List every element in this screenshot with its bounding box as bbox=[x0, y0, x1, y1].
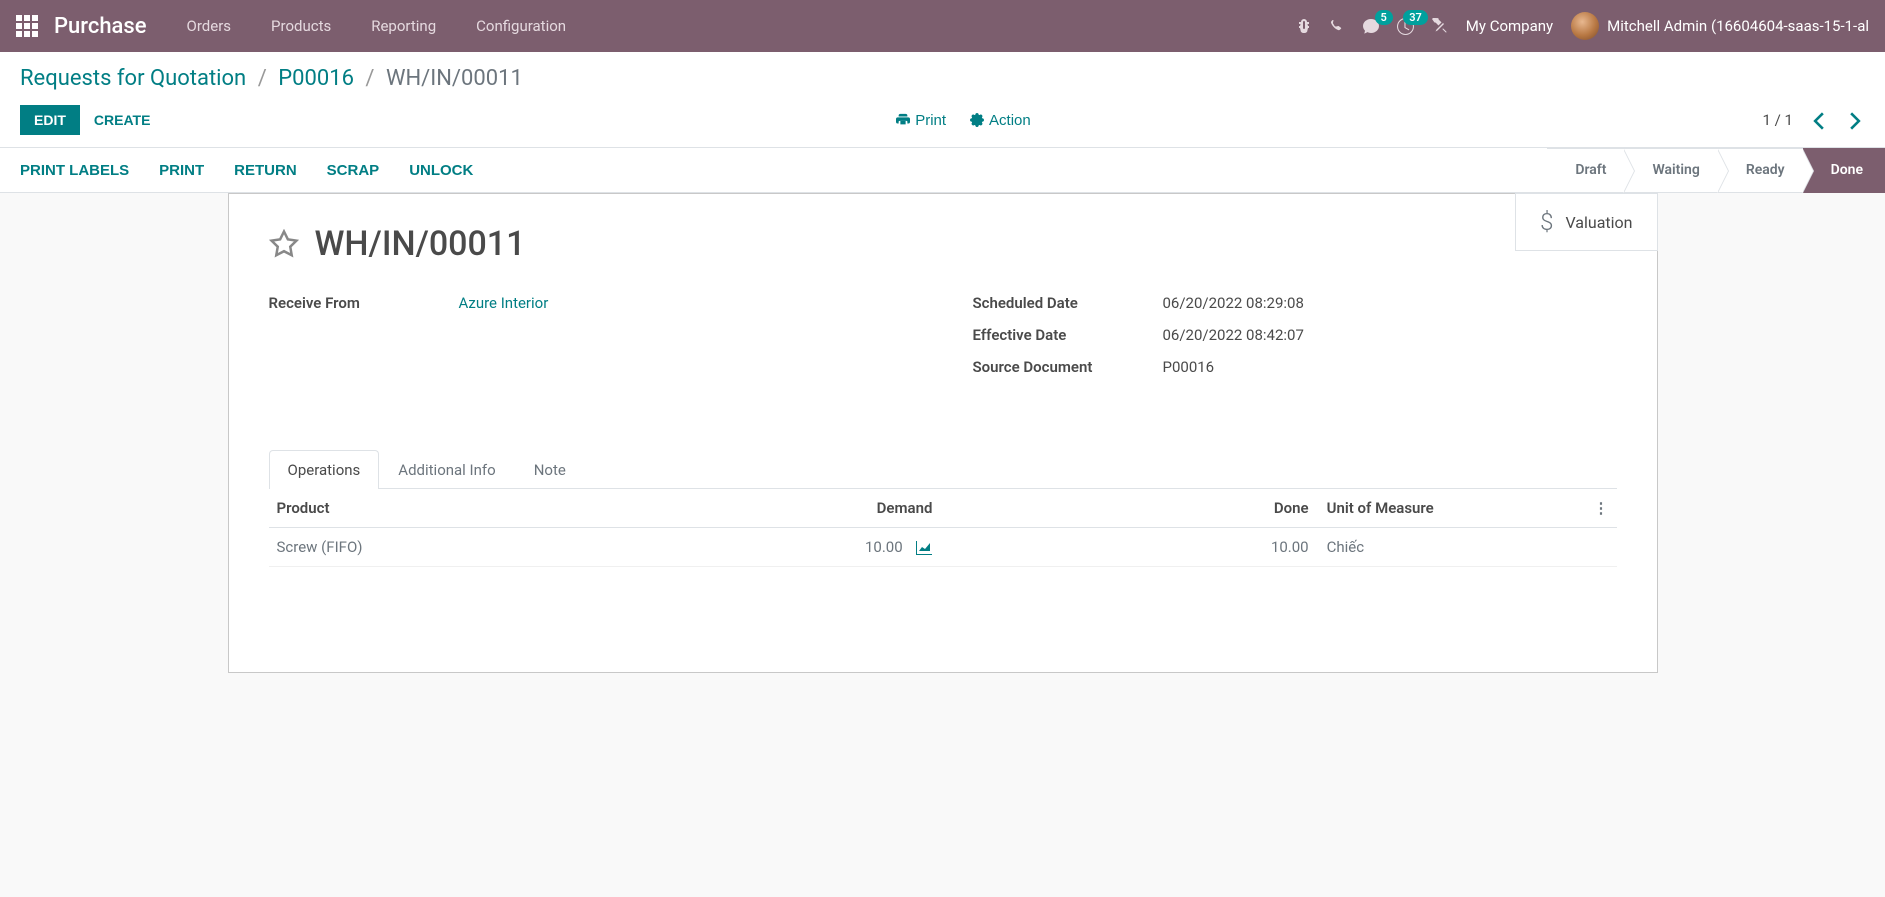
valuation-stat-button[interactable]: $ Valuation bbox=[1516, 194, 1656, 250]
col-uom[interactable]: Unit of Measure bbox=[1317, 489, 1586, 528]
user-menu[interactable]: Mitchell Admin (16604604-saas-15-1-al bbox=[1571, 12, 1869, 40]
company-name[interactable]: My Company bbox=[1466, 17, 1553, 35]
pager-prev-icon[interactable] bbox=[1809, 110, 1829, 131]
activities-icon[interactable]: 37 bbox=[1397, 18, 1414, 35]
statusbar: Draft Waiting Ready Done bbox=[1547, 148, 1885, 193]
form-sheet: $ Valuation WH/IN/00011 Receive From Azu… bbox=[228, 193, 1658, 673]
tabs: Operations Additional Info Note bbox=[269, 450, 1617, 489]
col-done[interactable]: Done bbox=[1209, 489, 1317, 528]
nav-menu: Orders Products Reporting Configuration bbox=[187, 17, 1296, 35]
activities-badge: 37 bbox=[1403, 10, 1428, 25]
unlock-button[interactable]: Unlock bbox=[409, 162, 473, 179]
scheduled-date-label: Scheduled Date bbox=[973, 294, 1163, 312]
status-done[interactable]: Done bbox=[1803, 148, 1885, 193]
source-doc-label: Source Document bbox=[973, 358, 1163, 376]
cell-product: Screw (FIFO) bbox=[269, 528, 780, 567]
status-ready[interactable]: Ready bbox=[1718, 148, 1803, 193]
source-doc-value: P00016 bbox=[1163, 358, 1215, 376]
action-dropdown[interactable]: Action bbox=[970, 112, 1031, 129]
breadcrumb-parent[interactable]: P00016 bbox=[278, 66, 354, 91]
systray: 5 37 My Company Mitchell Admin (16604604… bbox=[1296, 12, 1869, 40]
operations-table: Product Demand Done Unit of Measure ⋮ Sc… bbox=[269, 489, 1617, 597]
edit-button[interactable]: Edit bbox=[20, 105, 80, 135]
col-demand[interactable]: Demand bbox=[779, 489, 940, 528]
phone-icon[interactable] bbox=[1330, 19, 1345, 34]
nav-reporting[interactable]: Reporting bbox=[371, 17, 436, 35]
receive-from-value[interactable]: Azure Interior bbox=[459, 294, 549, 312]
create-button[interactable]: Create bbox=[80, 105, 165, 135]
messages-badge: 5 bbox=[1375, 10, 1393, 25]
nav-configuration[interactable]: Configuration bbox=[476, 17, 566, 35]
breadcrumb-current: WH/IN/00011 bbox=[386, 66, 523, 91]
status-row: Print Labels Print Return Scrap Unlock D… bbox=[0, 148, 1885, 193]
apps-icon[interactable] bbox=[16, 15, 38, 37]
print-icon bbox=[896, 113, 910, 127]
tools-icon[interactable] bbox=[1432, 18, 1448, 34]
nav-orders[interactable]: Orders bbox=[187, 17, 232, 35]
breadcrumb: Requests for Quotation / P00016 / WH/IN/… bbox=[0, 52, 1885, 99]
pager-next-icon[interactable] bbox=[1845, 110, 1865, 131]
messages-icon[interactable]: 5 bbox=[1363, 18, 1379, 34]
bug-icon[interactable] bbox=[1296, 18, 1312, 34]
print-dropdown[interactable]: Print bbox=[896, 112, 946, 129]
cell-done: 10.00 bbox=[1209, 528, 1317, 567]
cp-buttons-row: Edit Create Print Action 1 / 1 bbox=[0, 99, 1885, 147]
effective-date-label: Effective Date bbox=[973, 326, 1163, 344]
tab-note[interactable]: Note bbox=[515, 450, 585, 489]
cell-uom: Chiếc bbox=[1317, 528, 1586, 567]
tab-additional-info[interactable]: Additional Info bbox=[379, 450, 514, 489]
return-button[interactable]: Return bbox=[234, 162, 297, 179]
dollar-icon: $ bbox=[1540, 208, 1553, 236]
gear-icon bbox=[970, 113, 984, 127]
print-button[interactable]: Print bbox=[159, 162, 204, 179]
pager-value[interactable]: 1 / 1 bbox=[1763, 111, 1794, 129]
top-navbar: Purchase Orders Products Reporting Confi… bbox=[0, 0, 1885, 52]
app-brand[interactable]: Purchase bbox=[54, 14, 147, 39]
control-panel: Requests for Quotation / P00016 / WH/IN/… bbox=[0, 52, 1885, 148]
status-draft[interactable]: Draft bbox=[1547, 148, 1624, 193]
tab-operations[interactable]: Operations bbox=[269, 450, 380, 489]
table-options-icon[interactable]: ⋮ bbox=[1586, 489, 1617, 528]
scrap-button[interactable]: Scrap bbox=[327, 162, 380, 179]
forecast-chart-icon[interactable] bbox=[916, 538, 932, 556]
breadcrumb-root[interactable]: Requests for Quotation bbox=[20, 66, 246, 91]
print-labels-button[interactable]: Print Labels bbox=[20, 162, 129, 179]
avatar bbox=[1571, 12, 1599, 40]
favorite-star-icon[interactable] bbox=[269, 229, 299, 259]
col-product[interactable]: Product bbox=[269, 489, 780, 528]
nav-products[interactable]: Products bbox=[271, 17, 331, 35]
status-waiting[interactable]: Waiting bbox=[1624, 148, 1717, 193]
receive-from-label: Receive From bbox=[269, 294, 459, 312]
table-row[interactable]: Screw (FIFO) 10.00 10.00 Chiếc bbox=[269, 528, 1617, 567]
cell-demand: 10.00 bbox=[865, 538, 903, 556]
user-name: Mitchell Admin (16604604-saas-15-1-al bbox=[1607, 17, 1869, 35]
record-title: WH/IN/00011 bbox=[315, 224, 526, 264]
effective-date-value: 06/20/2022 08:42:07 bbox=[1163, 326, 1304, 344]
scheduled-date-value: 06/20/2022 08:29:08 bbox=[1163, 294, 1304, 312]
